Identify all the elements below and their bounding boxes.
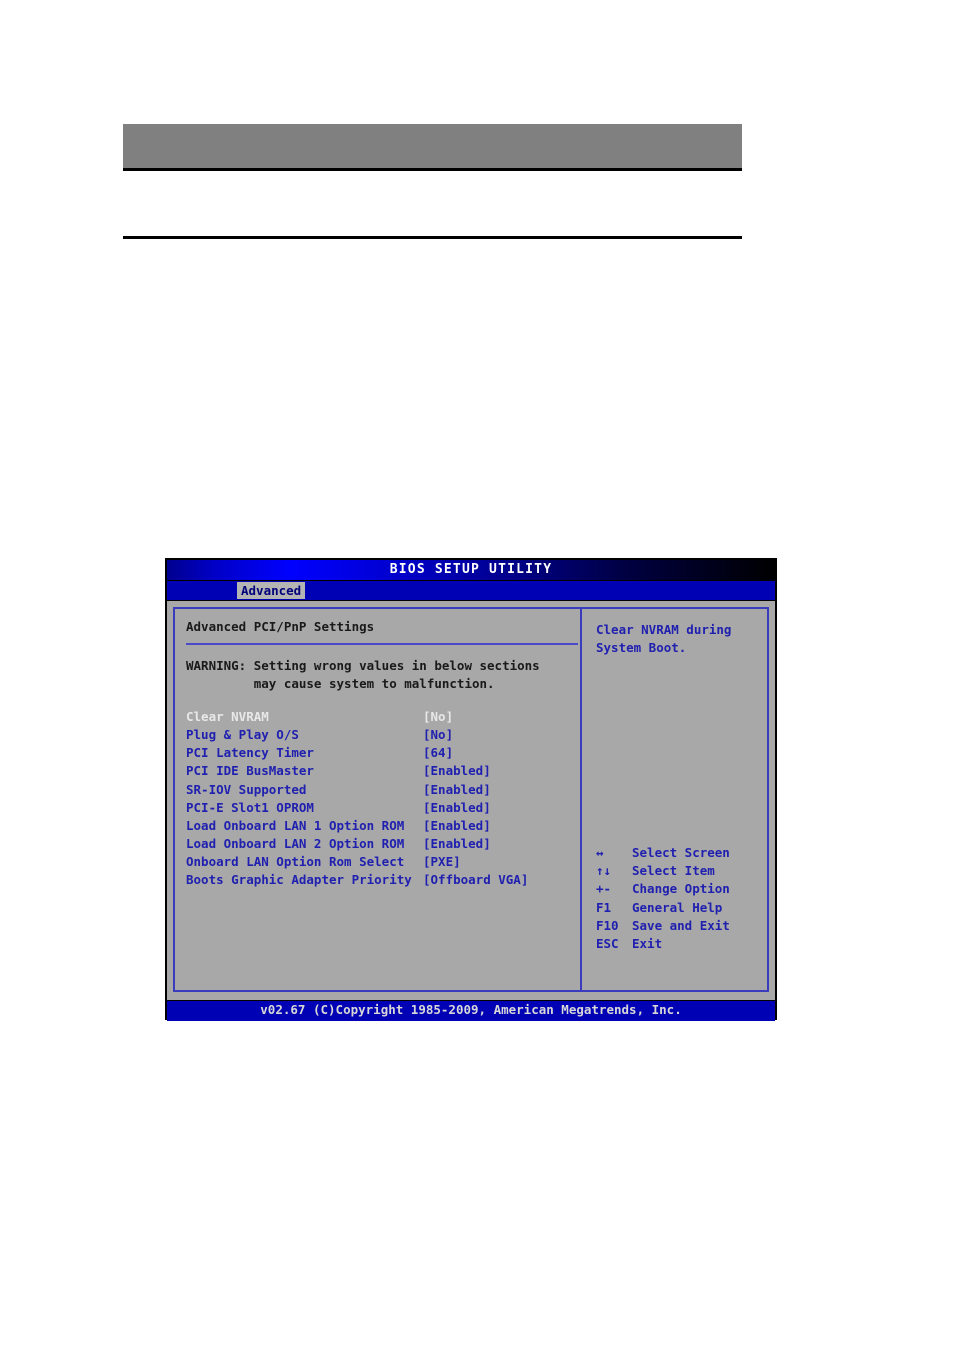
key-legend-key: F1: [596, 899, 612, 915]
key-legend-description: Select Item: [632, 863, 715, 879]
section-rule: [186, 642, 578, 645]
bios-title-bar: BIOS SETUP UTILITY: [167, 560, 775, 581]
bios-footer-text: v02.67 (C)Copyright 1985-2009, American …: [260, 1002, 682, 1017]
setting-value[interactable]: [No]: [423, 710, 453, 724]
bios-setup-window: BIOS SETUP UTILITY Advanced Advanced PCI…: [165, 558, 777, 1021]
settings-list: Clear NVRAM [No] Plug & Play O/S [No] PCI La…: [186, 708, 580, 893]
setting-label: PCI IDE BusMaster: [186, 763, 314, 779]
setting-label: PCI-E Slot1 OPROM: [186, 799, 314, 815]
bios-panel-frame: Advanced PCI/PnP Settings WARNING: Setti…: [173, 607, 769, 992]
setting-value[interactable]: [Enabled]: [423, 801, 491, 815]
setting-label: Plug & Play O/S: [186, 726, 299, 742]
bios-footer-bar: v02.67 (C)Copyright 1985-2009, American …: [167, 1000, 775, 1021]
section-title: Advanced PCI/PnP Settings: [186, 619, 375, 634]
setting-value[interactable]: [Offboard VGA]: [423, 874, 528, 887]
setting-label: Load Onboard LAN 1 Option ROM: [186, 817, 405, 833]
key-legend-description: General Help: [632, 899, 723, 915]
setting-value[interactable]: [Enabled]: [423, 819, 491, 833]
bios-title: BIOS SETUP UTILITY: [389, 562, 553, 577]
bios-menu-tab-bar: Advanced: [167, 581, 775, 601]
setting-label: SR-IOV Supported: [186, 781, 307, 797]
setting-value[interactable]: [64]: [423, 747, 453, 760]
setting-label: Clear NVRAM: [186, 708, 269, 724]
setting-value[interactable]: [Enabled]: [423, 838, 491, 851]
key-legend-description: Select Screen: [632, 845, 730, 860]
help-pane: Clear NVRAM during System Boot. ↔ Select …: [582, 609, 767, 990]
key-legend-description: Save and Exit: [632, 917, 730, 933]
warning-text: WARNING: Setting wrong values in below s…: [186, 657, 540, 691]
key-legend-key: ↑↓: [596, 863, 612, 879]
key-legend-row: ESC Exit: [596, 935, 730, 956]
setting-label: Onboard LAN Option Rom Select: [186, 854, 405, 870]
setting-value[interactable]: [No]: [423, 728, 453, 742]
setting-row[interactable]: SR-IOV Supported [Enabled]: [186, 781, 580, 802]
setting-label: Boots Graphic Adapter Priority: [186, 872, 412, 888]
setting-label: PCI Latency Timer: [186, 745, 314, 761]
key-legend-description: Exit: [632, 935, 663, 951]
setting-value[interactable]: [Enabled]: [423, 765, 491, 778]
setting-label: Load Onboard LAN 2 Option ROM: [186, 836, 405, 852]
page-horizontal-rule: [123, 236, 742, 239]
settings-pane: Advanced PCI/PnP Settings WARNING: Setti…: [175, 609, 580, 990]
setting-row[interactable]: PCI IDE BusMaster [Enabled]: [186, 765, 580, 783]
bios-body: Advanced PCI/PnP Settings WARNING: Setti…: [167, 601, 775, 1000]
key-legend-key: +-: [596, 881, 612, 897]
key-legend-key: ESC: [596, 935, 619, 951]
tab-advanced[interactable]: Advanced: [237, 582, 306, 599]
key-legend-key: ↔: [596, 845, 604, 860]
setting-value[interactable]: [PXE]: [423, 856, 461, 869]
key-legend: ↔ Select Screen ↑↓ Select Item +- Change Opti…: [596, 845, 730, 956]
page-header-banner: [123, 124, 742, 171]
help-text: Clear NVRAM during System Boot.: [596, 622, 732, 656]
setting-value[interactable]: [Enabled]: [423, 783, 491, 797]
key-legend-description: Change Option: [632, 881, 730, 897]
key-legend-key: F10: [596, 917, 619, 933]
setting-row[interactable]: Boots Graphic Adapter Priority [Offboard …: [186, 874, 580, 892]
